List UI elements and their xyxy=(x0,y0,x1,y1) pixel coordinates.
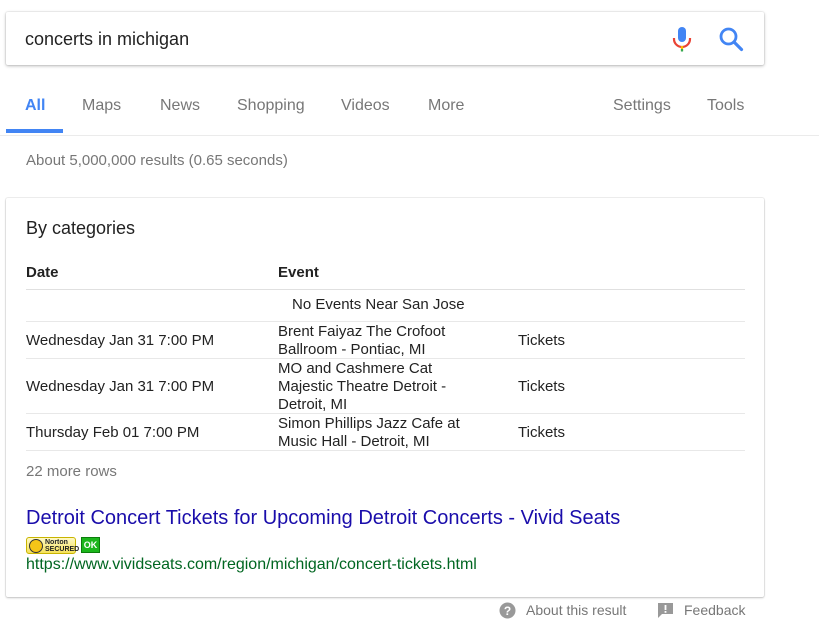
result-title-link[interactable]: Detroit Concert Tickets for Upcoming Det… xyxy=(26,507,620,530)
tab-all[interactable]: All xyxy=(25,86,45,134)
ok-badge[interactable]: OK xyxy=(81,537,100,553)
card-title: By categories xyxy=(26,218,136,238)
tab-videos[interactable]: Videos xyxy=(341,86,390,134)
event-date: Wednesday Jan 31 7:00 PM xyxy=(26,332,215,349)
column-header-date: Date xyxy=(26,264,59,281)
norton-badge-text: Norton SECURED xyxy=(45,539,80,553)
event-name: MO and Cashmere Cat Majestic Theatre Det… xyxy=(278,360,447,413)
table-row: Wednesday Jan 31 7:00 PM Brent Faiyaz Th… xyxy=(26,322,745,359)
search-box xyxy=(6,12,764,65)
result-card: By categories Date Event No Events Near … xyxy=(6,198,764,597)
event-date: Thursday Feb 01 7:00 PM xyxy=(26,424,200,441)
no-events-text: No Events Near San Jose xyxy=(292,296,465,313)
feedback-label: Feedback xyxy=(684,602,746,618)
tickets-link[interactable]: Tickets xyxy=(518,378,565,395)
norton-secured-badge[interactable]: Norton SECURED xyxy=(26,537,80,554)
active-tab-indicator xyxy=(6,129,63,133)
table-row: Wednesday Jan 31 7:00 PM MO and Cashmere… xyxy=(26,359,745,414)
about-this-result-label: About this result xyxy=(526,602,627,618)
tab-news[interactable]: News xyxy=(160,86,200,134)
microphone-icon[interactable] xyxy=(670,25,694,53)
norton-check-icon xyxy=(29,539,43,553)
tab-settings[interactable]: Settings xyxy=(613,86,671,134)
more-rows-link[interactable]: 22 more rows xyxy=(26,463,117,480)
help-circle-icon: ? xyxy=(499,602,516,619)
tickets-link[interactable]: Tickets xyxy=(518,332,565,349)
tab-shopping[interactable]: Shopping xyxy=(237,86,305,134)
result-url: https://www.vividseats.com/region/michig… xyxy=(26,556,477,573)
tab-tools[interactable]: Tools xyxy=(707,86,744,134)
feedback-icon xyxy=(658,603,673,618)
table-row-no-events: No Events Near San Jose xyxy=(26,290,745,322)
search-tabs: All Maps News Shopping Videos More Setti… xyxy=(0,86,819,136)
search-icon[interactable] xyxy=(718,26,744,52)
event-name: Simon Phillips Jazz Cafe at Music Hall -… xyxy=(278,415,460,450)
tab-maps[interactable]: Maps xyxy=(82,86,121,134)
column-header-event: Event xyxy=(278,264,319,281)
tab-more[interactable]: More xyxy=(428,86,464,134)
event-date: Wednesday Jan 31 7:00 PM xyxy=(26,378,215,395)
table-row: Thursday Feb 01 7:00 PM Simon Phillips J… xyxy=(26,414,745,451)
result-stats: About 5,000,000 results (0.65 seconds) xyxy=(26,152,288,169)
table-header: Date Event xyxy=(26,258,745,290)
svg-text:?: ? xyxy=(504,604,511,618)
tickets-link[interactable]: Tickets xyxy=(518,424,565,441)
events-table: Date Event No Events Near San Jose Wedne… xyxy=(26,258,745,451)
search-input[interactable] xyxy=(25,26,645,52)
event-name: Brent Faiyaz The Crofoot Ballroom - Pont… xyxy=(278,323,446,358)
